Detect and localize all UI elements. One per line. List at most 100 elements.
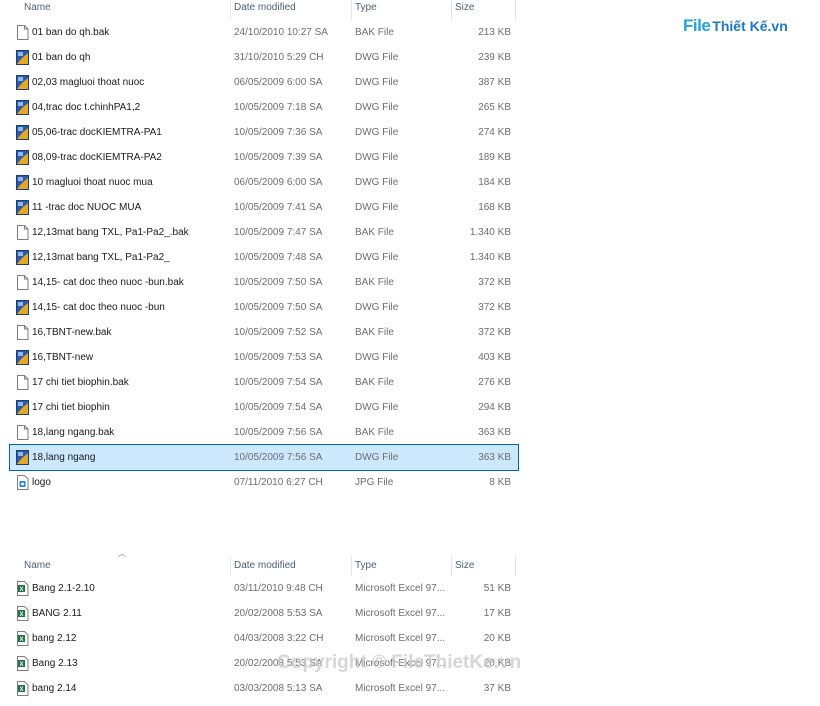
file-size: 372 KB xyxy=(478,277,511,288)
file-date-modified: 07/11/2010 6:27 CH xyxy=(234,477,323,488)
file-date-modified: 10/05/2009 7:50 SA xyxy=(234,302,323,313)
column-header-type[interactable]: Type xyxy=(351,0,451,20)
file-name: bang 2.14 xyxy=(32,683,77,694)
file-row[interactable]: Xbang 2.14 03/03/2008 5:13 SA Microsoft Ex… xyxy=(10,676,518,701)
excel-file-icon: X xyxy=(16,656,29,671)
column-header-size[interactable]: Size xyxy=(451,0,515,20)
dwg-file-icon xyxy=(16,250,29,265)
column-header-type[interactable]: Type xyxy=(351,556,451,576)
file-row-selected[interactable]: 18,lang ngang 10/05/2009 7:56 SA DWG File 3… xyxy=(9,444,519,471)
file-row[interactable]: 04,trac doc t.chinhPA1,2 10/05/2009 7:18 … xyxy=(10,95,518,120)
file-size: 239 KB xyxy=(478,52,511,63)
file-row[interactable]: Xbang 2.12 04/03/2008 3:22 CH Microsoft Ex… xyxy=(10,626,518,651)
file-type: DWG File xyxy=(355,52,399,63)
file-row[interactable]: 11 -trac doc NUOC MUA 10/05/2009 7:41 SA D… xyxy=(10,195,518,220)
file-row[interactable]: 12,13mat bang TXL, Pa1-Pa2_.bak 10/05/200… xyxy=(10,220,518,245)
column-header-name[interactable]: Name xyxy=(20,556,230,576)
file-row[interactable]: 17 chi tiet biophin.bak 10/05/2009 7:54 S… xyxy=(10,370,518,395)
excel-file-icon: X xyxy=(16,581,29,596)
file-row[interactable]: X BANG 2.11 20/02/2008 5:53 SA Microsoft Ex… xyxy=(10,601,518,626)
file-row[interactable]: 10 magluoi thoat nuoc mua 06/05/2009 6:00… xyxy=(10,170,518,195)
column-header-date[interactable]: Date modified xyxy=(230,0,351,20)
file-row[interactable]: 14,15- cat doc theo nuoc -bun.bak 10/05/2… xyxy=(10,270,518,295)
svg-text:X: X xyxy=(19,662,23,668)
excel-file-icon: X xyxy=(16,681,29,696)
file-size: 189 KB xyxy=(478,152,511,163)
file-type: DWG File xyxy=(355,77,399,88)
dwg-file-icon xyxy=(16,75,29,90)
file-date-modified: 10/05/2009 7:18 SA xyxy=(234,102,323,113)
blank-file-icon xyxy=(16,275,29,290)
file-size: 274 KB xyxy=(478,127,511,138)
file-name: 14,15- cat doc theo nuoc -bun xyxy=(32,302,165,313)
file-type: Microsoft Excel 97... xyxy=(355,608,446,619)
file-size: 363 KB xyxy=(478,427,511,438)
file-name: 02,03 magluoi thoat nuoc xyxy=(32,77,145,88)
file-row[interactable]: 16,TBNT-new.bak 10/05/2009 7:52 SA BAK Fil… xyxy=(10,320,518,345)
file-type: DWG File xyxy=(355,302,399,313)
column-divider[interactable] xyxy=(515,556,516,576)
file-row[interactable]: X Bang 2.1-2.10 03/11/2010 9:48 CH Microsof… xyxy=(10,576,518,601)
file-size: 168 KB xyxy=(478,202,511,213)
blank-file-icon xyxy=(16,25,29,40)
file-row[interactable]: 01 ban do qh.bak 24/10/2010 10:27 SA BAK F… xyxy=(10,20,518,45)
file-type: DWG File xyxy=(355,177,399,188)
file-size: 1.340 KB xyxy=(469,252,511,263)
file-type: BAK File xyxy=(355,327,394,338)
file-size: 184 KB xyxy=(478,177,511,188)
file-date-modified: 10/05/2009 7:53 SA xyxy=(234,352,323,363)
file-type: BAK File xyxy=(355,277,394,288)
file-row[interactable]: 02,03 magluoi thoat nuoc 06/05/2009 6:00 … xyxy=(10,70,518,95)
file-row[interactable]: 14,15- cat doc theo nuoc -bun 10/05/2009 … xyxy=(10,295,518,320)
file-row[interactable]: 17 chi tiet biophin 10/05/2009 7:54 SA DWG… xyxy=(10,395,518,420)
file-size: 363 KB xyxy=(478,452,511,463)
file-name: 14,15- cat doc theo nuoc -bun.bak xyxy=(32,277,184,288)
dwg-file-icon xyxy=(16,400,29,415)
file-date-modified: 10/05/2009 7:47 SA xyxy=(234,227,323,238)
file-type: Microsoft Excel 97... xyxy=(355,683,446,694)
file-size: 8 KB xyxy=(489,477,511,488)
column-header-date[interactable]: Date modified xyxy=(230,556,351,576)
logo-text-thietke: Thiết Kế.vn xyxy=(712,18,788,34)
file-size: 37 KB xyxy=(483,683,511,694)
file-date-modified: 10/05/2009 7:41 SA xyxy=(234,202,323,213)
file-row[interactable]: 01 ban do qh 31/10/2010 5:29 CH DWG File 23… xyxy=(10,45,518,70)
file-size: 372 KB xyxy=(478,302,511,313)
file-name: Bang 2.13 xyxy=(32,658,78,669)
file-size: 387 KB xyxy=(478,77,511,88)
file-date-modified: 06/05/2009 6:00 SA xyxy=(234,177,323,188)
column-header-size[interactable]: Size xyxy=(451,556,515,576)
file-size: 17 KB xyxy=(483,608,511,619)
file-name: 18,lang ngang xyxy=(32,452,96,463)
column-header-name[interactable]: Name xyxy=(20,0,230,20)
file-row[interactable]: 12,13mat bang TXL, Pa1-Pa2_ 10/05/2009 7:… xyxy=(10,245,518,270)
file-date-modified: 10/05/2009 7:36 SA xyxy=(234,127,323,138)
file-name: 17 chi tiet biophin.bak xyxy=(32,377,129,388)
svg-text:X: X xyxy=(19,687,23,693)
file-row[interactable]: 08,09-trac docKIEMTRA-PA2 10/05/2009 7:39… xyxy=(10,145,518,170)
column-header-row: Name Date modified Type Size xyxy=(10,0,518,20)
file-name: 12,13mat bang TXL, Pa1-Pa2_ xyxy=(32,252,170,263)
file-date-modified: 03/03/2008 5:13 SA xyxy=(234,683,323,694)
file-type: DWG File xyxy=(355,202,399,213)
svg-text:X: X xyxy=(19,587,23,593)
file-date-modified: 10/05/2009 7:56 SA xyxy=(234,427,323,438)
file-rows: 01 ban do qh.bak 24/10/2010 10:27 SA BAK F… xyxy=(9,20,519,495)
copyright-watermark: Copyright © FileThietKe.vn xyxy=(277,652,522,673)
column-header-row: ︿ Name Date modified Type Size xyxy=(10,549,518,576)
file-row[interactable]: logo 07/11/2010 6:27 CH JPG File 8 KB xyxy=(10,470,518,495)
logo-text-file: File xyxy=(683,16,711,35)
file-row[interactable]: 18,lang ngang.bak 10/05/2009 7:56 SA BAK F… xyxy=(10,420,518,445)
file-type: DWG File xyxy=(355,352,399,363)
file-row[interactable]: 05,06-trac docKIEMTRA-PA1 10/05/2009 7:36… xyxy=(10,120,518,145)
file-row[interactable]: 16,TBNT-new 10/05/2009 7:53 SA DWG File 403… xyxy=(10,345,518,370)
dwg-file-icon xyxy=(16,175,29,190)
excel-file-icon: X xyxy=(16,631,29,646)
file-name: bang 2.12 xyxy=(32,633,77,644)
file-size: 213 KB xyxy=(478,27,511,38)
file-list-bottom: ︿ Name Date modified Type Size X Bang 2.1… xyxy=(10,549,518,701)
column-divider[interactable] xyxy=(515,0,516,20)
file-date-modified: 10/05/2009 7:56 SA xyxy=(234,452,323,463)
blank-file-icon xyxy=(16,425,29,440)
file-size: 51 KB xyxy=(483,583,511,594)
